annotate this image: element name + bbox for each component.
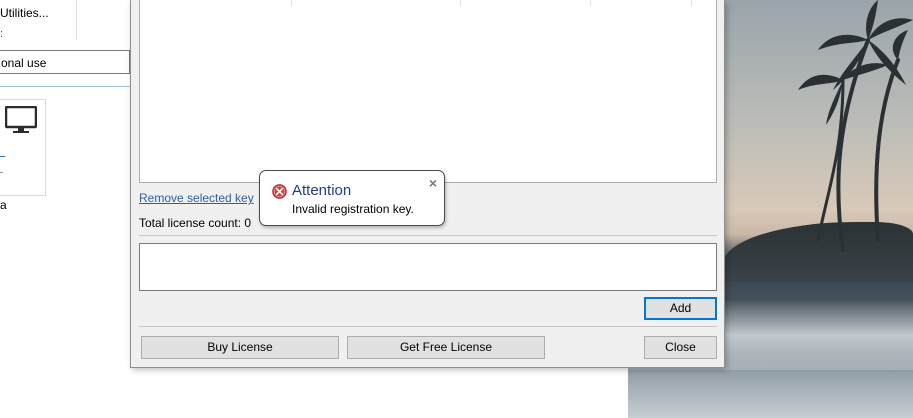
column-divider[interactable]	[691, 0, 692, 6]
monitor-icon	[5, 106, 37, 133]
divider	[139, 326, 717, 327]
license-key-input[interactable]	[139, 243, 717, 291]
utilities-menu-item[interactable]: Utilities...	[0, 6, 49, 20]
divider	[76, 0, 77, 40]
column-divider[interactable]	[460, 0, 461, 6]
tile-text-fragment	[0, 172, 3, 173]
get-free-license-button[interactable]: Get Free License	[347, 336, 545, 359]
close-button[interactable]: Close	[644, 336, 717, 359]
buy-license-button[interactable]: Buy License	[141, 336, 339, 359]
divider	[139, 235, 717, 236]
remove-selected-key-link[interactable]: Remove selected key	[139, 191, 254, 205]
column-divider[interactable]	[590, 0, 591, 6]
close-icon[interactable]: ×	[429, 175, 437, 191]
license-count-label: Total license count: 0	[139, 216, 252, 230]
error-icon	[272, 184, 287, 199]
attention-balloon: Attention Invalid registration key. ×	[259, 170, 445, 226]
menu-item-fragment: :	[0, 28, 4, 40]
balloon-title: Attention	[292, 182, 352, 199]
balloon-message: Invalid registration key.	[292, 202, 414, 216]
tile-caption: a	[0, 198, 7, 212]
usage-combo[interactable]: onal use	[0, 50, 130, 74]
usage-combo-value: onal use	[1, 56, 47, 70]
computer-tile[interactable]	[0, 99, 46, 196]
tile-link-fragment	[0, 156, 5, 157]
separator	[0, 86, 130, 87]
add-button[interactable]: Add	[644, 297, 717, 320]
license-list[interactable]	[139, 0, 717, 183]
column-divider[interactable]	[291, 0, 292, 6]
remove-link-period: .	[249, 191, 253, 205]
